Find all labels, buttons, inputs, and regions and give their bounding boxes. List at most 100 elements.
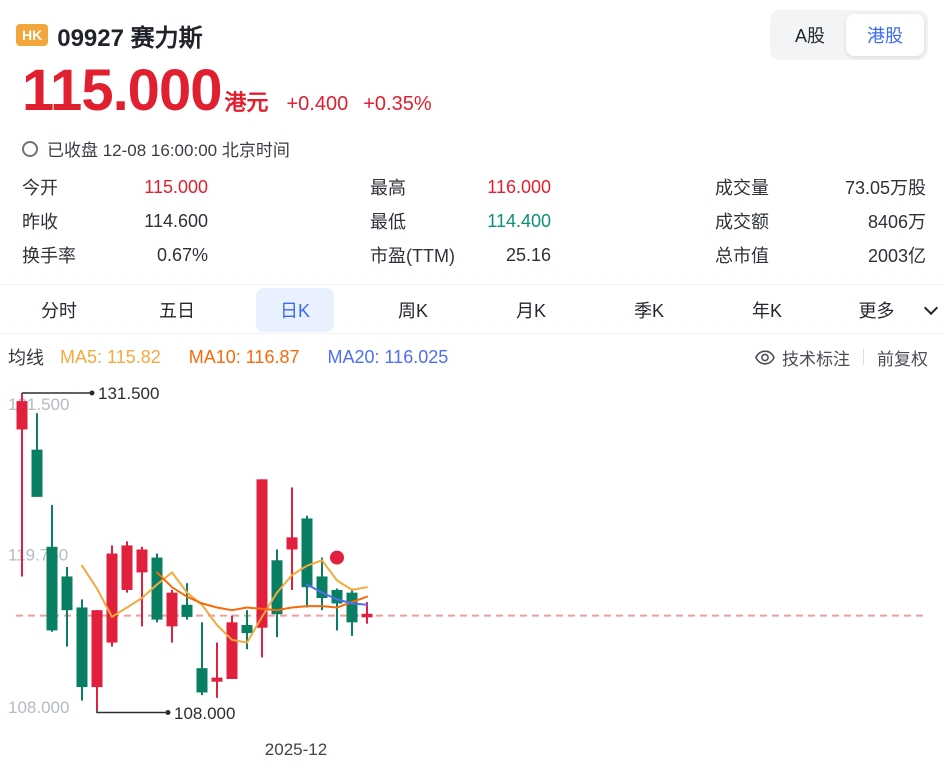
adjust-mode-label: 前复权: [877, 345, 928, 370]
y-axis-label: 119.750: [8, 546, 68, 565]
ma-legend-item: MA10: 116.87: [189, 347, 300, 367]
marker-dot: [330, 551, 344, 565]
eye-icon: [755, 350, 775, 365]
period-tab-label: 分时: [17, 288, 101, 332]
period-tab-weekly-k[interactable]: 周K: [354, 287, 472, 333]
market-badge: HK: [16, 24, 48, 46]
stat-value: 8406万: [868, 208, 926, 234]
stat-label: 换手率: [22, 242, 76, 268]
market-status-text: 已收盘 12-08 16:00:00 北京时间: [47, 136, 290, 161]
candle-body: [62, 576, 73, 610]
price-row: 115.000 港元 +0.400 +0.35%: [22, 62, 432, 120]
market-tab-a-share[interactable]: A股: [774, 14, 846, 56]
period-tab-quarterly-k[interactable]: 季K: [590, 287, 708, 333]
separator: [863, 349, 864, 365]
candle-body: [257, 479, 268, 627]
stat-row: 今开 115.000: [22, 170, 208, 204]
stat-label: 成交额: [715, 208, 769, 234]
header: HK 09927 赛力斯 A股 港股: [16, 10, 928, 60]
candle-body: [197, 668, 208, 692]
stock-title: 09927 赛力斯: [57, 18, 202, 53]
candle-body: [302, 518, 313, 587]
stat-label: 昨收: [22, 208, 58, 234]
chevron-down-icon: [923, 300, 937, 314]
stat-value: 115.000: [144, 177, 208, 198]
period-tab-daily-k[interactable]: 日K: [236, 287, 354, 333]
candle-body: [17, 401, 28, 429]
high-annotation-label: 131.500: [98, 384, 159, 403]
ma-legend-item: MA5: 115.82: [60, 347, 161, 367]
candle-body: [212, 678, 223, 682]
candle-body: [122, 545, 133, 590]
stat-value: 0.67%: [157, 245, 208, 266]
ma-bar: 均线 MA5: 115.82MA10: 116.87MA20: 116.025 …: [8, 342, 928, 372]
stat-label: 成交量: [715, 174, 769, 200]
price-change: +0.400: [286, 93, 348, 116]
candle-body: [107, 554, 118, 643]
high-annotation-dot: [90, 391, 95, 396]
stat-value: 114.400: [487, 211, 551, 232]
annotation-toggle[interactable]: 技术标注: [755, 345, 850, 370]
candle-body: [227, 622, 238, 679]
stat-row: 换手率 0.67%: [22, 238, 208, 272]
period-tab-monthly-k[interactable]: 月K: [472, 287, 590, 333]
candle-body: [242, 625, 253, 633]
stats-col-3: 成交量 73.05万股成交额 8406万总市值2003亿: [715, 170, 926, 272]
candle-body: [167, 593, 178, 627]
stat-row: 市盈(TTM)25.16: [370, 238, 551, 272]
candle-body: [47, 547, 58, 631]
period-tab-label: 五日: [135, 288, 219, 332]
candle-body: [362, 614, 373, 618]
period-tab-yearly-k[interactable]: 年K: [708, 287, 826, 333]
x-axis-label: 2025-12: [265, 740, 327, 759]
low-annotation-label: 108.000: [174, 704, 235, 723]
ma-legend-item: MA20: 116.025: [327, 347, 448, 367]
candle-body: [32, 450, 43, 497]
ma-bar-title: 均线: [8, 344, 44, 370]
period-tab-timeline[interactable]: 分时: [0, 287, 118, 333]
market-switcher: A股 港股: [770, 10, 928, 60]
stat-value: 114.600: [144, 211, 208, 232]
stat-value: 25.16: [506, 245, 551, 266]
stat-row: 成交额 8406万: [715, 204, 926, 238]
stat-label: 今开: [22, 174, 58, 200]
period-tab-label: 更多: [835, 288, 919, 332]
period-tabs: 分时五日日K 周K 月K 季K 年K 更多: [0, 287, 944, 333]
stats-col-2: 最高 116.000 最低 114.400 市盈(TTM)25.16: [370, 170, 551, 272]
stat-value: 116.000: [487, 177, 551, 198]
price-change-percent: +0.35%: [363, 93, 431, 116]
stat-label: 总市值: [715, 242, 769, 268]
period-tab-label: 日K: [256, 288, 334, 332]
period-tab-label: 季K: [610, 288, 688, 332]
candle-body: [287, 537, 298, 549]
currency-label: 港元: [224, 85, 268, 117]
chart-tools: 技术标注 前复权: [755, 345, 928, 370]
stat-label: 最低: [370, 208, 406, 234]
period-tab-5day[interactable]: 五日: [118, 287, 236, 333]
market-status: 已收盘 12-08 16:00:00 北京时间: [22, 136, 290, 161]
adjust-mode-button[interactable]: 前复权: [877, 345, 928, 370]
period-tab-more[interactable]: 更多: [826, 287, 944, 333]
ma-legend: MA5: 115.82 MA10: 116.87 MA20: 116.025: [60, 347, 476, 368]
stat-value: 73.05万股: [845, 174, 926, 200]
y-axis-label: 108.000: [8, 698, 69, 717]
market-tab-hk-share[interactable]: 港股: [846, 14, 924, 56]
divider: [0, 333, 944, 334]
candle-body: [92, 610, 103, 687]
stat-row: 最低 114.400: [370, 204, 551, 238]
annotation-toggle-label: 技术标注: [782, 345, 850, 370]
stat-row: 昨收 114.600: [22, 204, 208, 238]
period-tab-label: 年K: [728, 288, 806, 332]
stat-row: 总市值2003亿: [715, 238, 926, 272]
candle-body: [137, 549, 148, 572]
candle-body: [182, 605, 193, 617]
divider: [0, 284, 944, 285]
low-annotation-dot: [166, 710, 171, 715]
low-annotation-line: [97, 710, 168, 713]
market-status-icon: [22, 141, 38, 157]
stat-label: 最高: [370, 174, 406, 200]
stats-col-1: 今开 115.000 昨收 114.600 换手率 0.67%: [22, 170, 208, 272]
period-tab-label: 周K: [374, 288, 452, 332]
current-price: 115.000: [22, 62, 221, 120]
kline-chart[interactable]: 131.500119.750108.000131.500108.0002025-…: [0, 376, 944, 778]
